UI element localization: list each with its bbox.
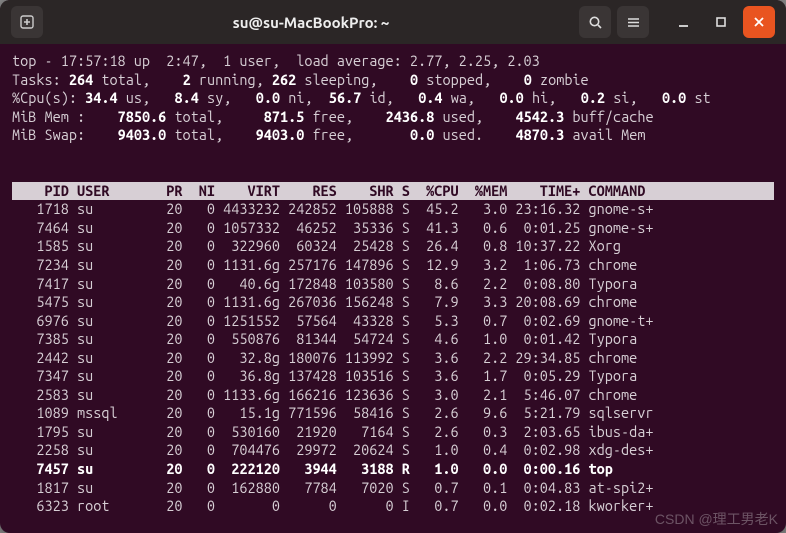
summary-line-uptime: top - 17:57:18 up 2:47, 1 user, load ave… [12,52,774,71]
search-icon [588,15,603,30]
maximize-button[interactable] [705,6,737,38]
process-row: 2258 su 20 0 704476 29972 20624 S 1.0 0.… [12,441,774,460]
summary-line-cpu: %Cpu(s): 34.4 us, 8.4 sy, 0.0 ni, 56.7 i… [12,89,774,108]
summary-line-tasks: Tasks: 264 total, 2 running, 262 sleepin… [12,71,774,90]
process-row: 1817 su 20 0 162880 7784 7020 S 0.7 0.1 … [12,479,774,498]
process-row: 1089 mssql 20 0 15.1g 771596 58416 S 2.6… [12,404,774,423]
summary-line-mem: MiB Mem : 7850.6 total, 871.5 free, 2436… [12,108,774,127]
maximize-icon [715,16,727,28]
process-row: 1718 su 20 0 4433232 242852 105888 S 45.… [12,200,774,219]
terminal-output[interactable]: top - 17:57:18 up 2:47, 1 user, load ave… [0,44,786,516]
process-row: 7417 su 20 0 40.6g 172848 103580 S 8.6 2… [12,275,774,294]
process-row: 7347 su 20 0 36.8g 137428 103516 S 3.6 1… [12,367,774,386]
close-button[interactable] [743,6,775,38]
process-row: 7457 su 20 0 222120 3944 3188 R 1.0 0.0 … [12,460,774,479]
terminal-window: su@su-MacBookPro: ~ top - 17:57:18 up 2:… [0,0,786,533]
process-row: 5475 su 20 0 1131.6g 267036 156248 S 7.9… [12,293,774,312]
process-row: 2583 su 20 0 1133.6g 166216 123636 S 3.0… [12,386,774,405]
process-row: 2442 su 20 0 32.8g 180076 113992 S 3.6 2… [12,349,774,368]
titlebar: su@su-MacBookPro: ~ [0,0,786,44]
watermark: CSDN @理工男老K [655,509,778,529]
close-icon [753,16,765,28]
process-row: 7385 su 20 0 550876 81344 54724 S 4.6 1.… [12,330,774,349]
menu-button[interactable] [617,6,649,38]
process-row: 1795 su 20 0 530160 21920 7164 S 2.6 0.3… [12,423,774,442]
minimize-button[interactable] [667,6,699,38]
process-row: 1585 su 20 0 322960 60324 25428 S 26.4 0… [12,237,774,256]
search-button[interactable] [579,6,611,38]
process-row: 6976 su 20 0 1251552 57564 43328 S 5.3 0… [12,312,774,331]
window-title: su@su-MacBookPro: ~ [46,14,576,31]
hamburger-icon [626,15,641,30]
minimize-icon [677,16,690,29]
new-tab-button[interactable] [11,6,43,38]
new-tab-icon [20,15,34,29]
process-header-row: PID USER PR NI VIRT RES SHR S %CPU %MEM … [12,182,774,201]
blank-line [12,163,774,182]
process-row: 7464 su 20 0 1057332 46252 35336 S 41.3 … [12,219,774,238]
summary-line-swap: MiB Swap: 9403.0 total, 9403.0 free, 0.0… [12,126,774,145]
process-rows: 1718 su 20 0 4433232 242852 105888 S 45.… [12,200,774,515]
process-row: 7234 su 20 0 1131.6g 257176 147896 S 12.… [12,256,774,275]
